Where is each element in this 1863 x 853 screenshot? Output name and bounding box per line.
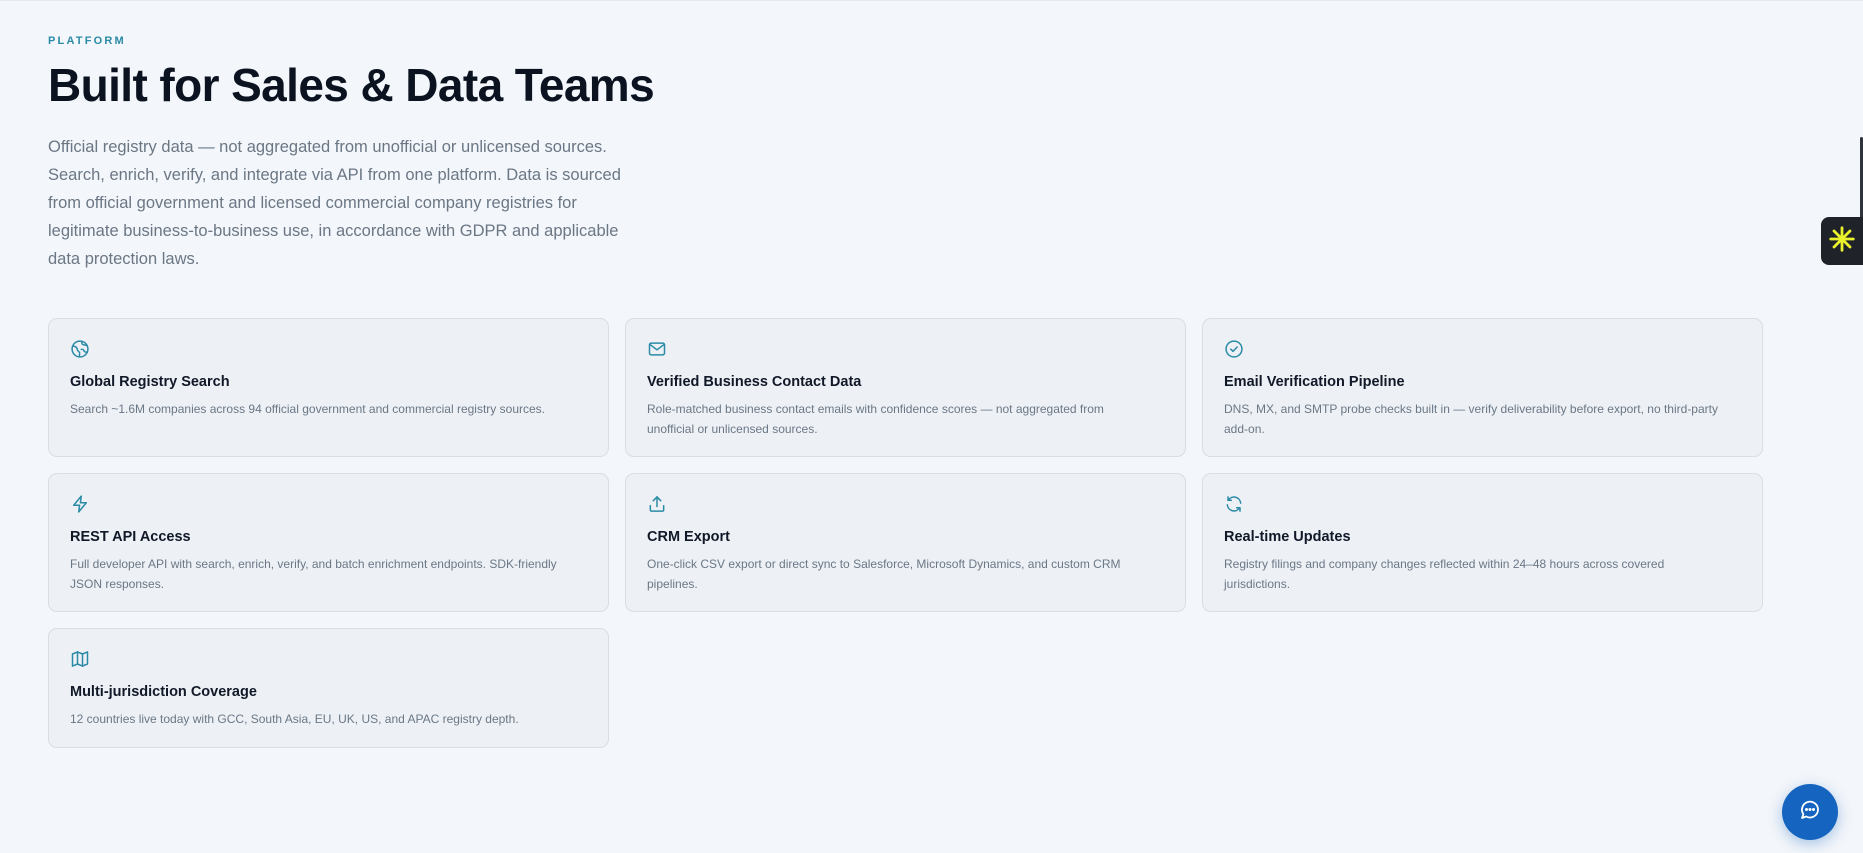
check-circle-icon (1224, 339, 1244, 359)
section-description: Official registry data — not aggregated … (48, 138, 621, 268)
feature-title: REST API Access (70, 529, 191, 545)
mail-icon (647, 339, 667, 359)
feature-grid: Global Registry Search Search ~1.6M comp… (48, 318, 1763, 748)
feature-title: CRM Export (647, 529, 730, 545)
refresh-icon (1224, 494, 1244, 514)
feature-title: Multi-jurisdiction Coverage (70, 684, 257, 700)
upload-icon (647, 494, 667, 514)
section-eyebrow: PLATFORM (48, 35, 126, 47)
feature-card-global-registry-search: Global Registry Search Search ~1.6M comp… (48, 318, 609, 457)
feature-description: Role-matched business contact emails wit… (647, 402, 1104, 436)
page-title: Built for Sales & Data Teams (48, 59, 655, 111)
feature-title: Email Verification Pipeline (1224, 374, 1405, 390)
page: PLATFORM Built for Sales & Data Teams Of… (0, 0, 1863, 853)
feature-description: Full developer API with search, enrich, … (70, 557, 557, 591)
feature-description: Search ~1.6M companies across 94 officia… (70, 402, 545, 416)
feature-card-crm-export: CRM Export One-click CSV export or direc… (625, 473, 1186, 612)
feature-title: Verified Business Contact Data (647, 374, 862, 390)
feature-title: Real-time Updates (1224, 529, 1351, 545)
feature-card-verified-business-contact-data: Verified Business Contact Data Role-matc… (625, 318, 1186, 457)
chat-button[interactable] (1782, 784, 1838, 840)
feature-description: One-click CSV export or direct sync to S… (647, 557, 1121, 591)
feature-description: Registry filings and company changes ref… (1224, 557, 1665, 591)
map-icon (70, 649, 90, 669)
globe-icon (70, 339, 90, 359)
hero-section: PLATFORM Built for Sales & Data Teams Of… (48, 35, 655, 273)
feature-card-rest-api-access: REST API Access Full developer API with … (48, 473, 609, 612)
feature-description: 12 countries live today with GCC, South … (70, 712, 519, 726)
asterisk-icon (1827, 224, 1857, 259)
feature-card-email-verification-pipeline: Email Verification Pipeline DNS, MX, and… (1202, 318, 1763, 457)
feature-title: Global Registry Search (70, 374, 230, 390)
feature-description: DNS, MX, and SMTP probe checks built in … (1224, 402, 1718, 436)
lightning-icon (70, 494, 90, 514)
feature-card-multi-jurisdiction-coverage: Multi-jurisdiction Coverage 12 countries… (48, 628, 609, 748)
side-widget-button[interactable] (1821, 217, 1863, 265)
chat-bubble-icon (1798, 798, 1822, 827)
feature-card-real-time-updates: Real-time Updates Registry filings and c… (1202, 473, 1763, 612)
